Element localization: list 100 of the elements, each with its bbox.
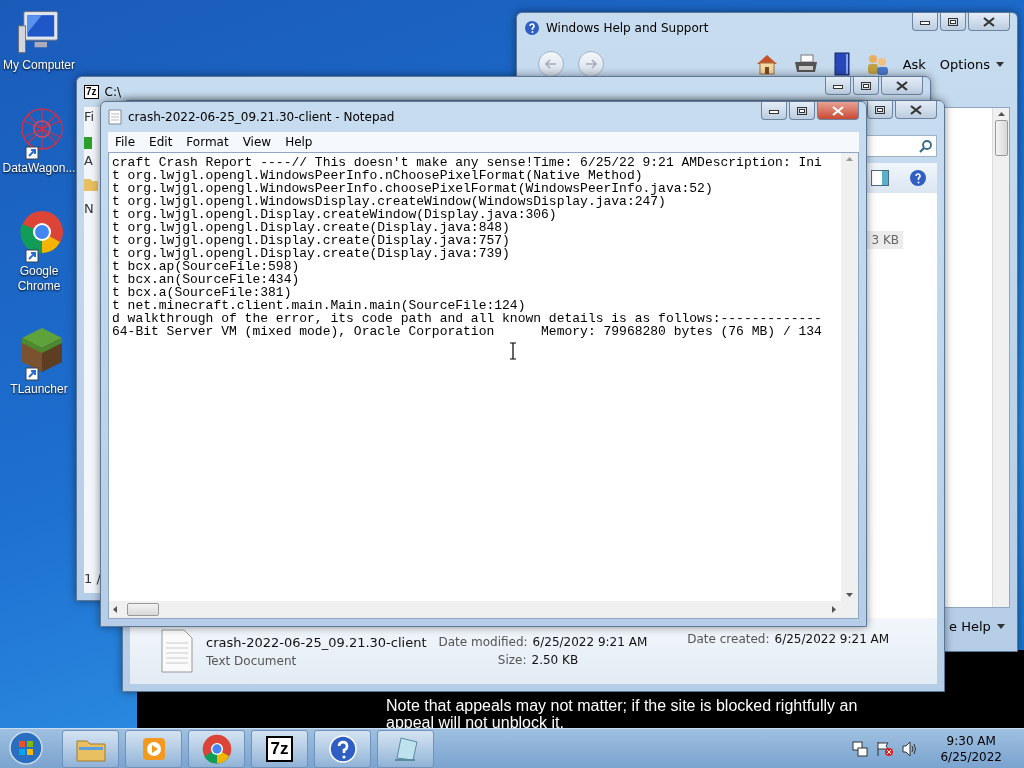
text-cursor-icon [509, 342, 517, 360]
help-icon [327, 733, 358, 764]
field-value: 6/25/2022 9:21 AM [532, 635, 648, 649]
menu-item[interactable]: Format [179, 135, 236, 149]
scroll-up-icon [997, 112, 1005, 116]
text-line: d walkthrough of the error, its code path and all known details is as follows:------------- [112, 312, 823, 325]
search-field[interactable] [865, 135, 937, 157]
clock[interactable]: 9:30 AM 6/25/2022 [940, 732, 1002, 765]
text-line: t org.lwjgl.opengl.Display.createWindow(Display.java:306) [112, 208, 557, 221]
scrollbar[interactable] [992, 108, 1009, 607]
help-icon[interactable] [909, 169, 927, 187]
field-label: Size: [496, 653, 527, 667]
toolbar-label[interactable]: A [84, 153, 104, 169]
search-icon [919, 139, 932, 153]
minimize-icon [920, 18, 930, 25]
text-line: craft Crash Report ----// This doesn't make any sense!Time: 6/25/22 9:21 AMDescription: Ini [112, 156, 823, 169]
window-title: crash-2022-06-25_09.21.30-client - Notepad [128, 110, 396, 124]
window-title: C:\ [104, 85, 123, 99]
back-button[interactable] [538, 51, 564, 77]
maximize-icon [861, 81, 871, 90]
forward-button[interactable] [578, 51, 604, 77]
help-menu-button[interactable]: e Help [949, 618, 1005, 634]
caret-icon [996, 61, 1004, 67]
add-icon[interactable] [84, 137, 94, 149]
taskbar-button[interactable] [314, 729, 371, 768]
close-button[interactable] [968, 13, 1010, 31]
close-icon [910, 104, 922, 115]
preview-pane-icon[interactable] [871, 170, 889, 186]
maximize-button[interactable] [789, 102, 815, 120]
text-line: t bcx.ap(SourceFile:598) [112, 260, 300, 273]
minimize-icon [833, 82, 843, 89]
menu-item[interactable]: Fi [84, 109, 104, 125]
menu-item[interactable]: Help [278, 135, 320, 149]
desktop-icon-label[interactable]: My Computer [1, 58, 77, 73]
scrollbar[interactable] [841, 153, 858, 601]
taskbar-button[interactable] [188, 729, 245, 768]
scroll-thumb[interactable] [994, 120, 1008, 156]
file-type: Text Document [206, 653, 298, 668]
archive-logo: 7z [265, 735, 294, 762]
maximize-icon [797, 106, 807, 115]
field-label: Date modified: [438, 635, 528, 649]
close-button[interactable] [817, 102, 859, 120]
minimize-button[interactable] [761, 102, 787, 120]
taskbar-button[interactable]: 7z [251, 729, 308, 768]
text-line: t org.lwjgl.opengl.Display.create(Display.java:757) [112, 234, 511, 247]
field-value: 6/25/2022 9:21 AM [774, 632, 890, 646]
scrollbar[interactable] [109, 601, 858, 618]
text-line: t bcx.an(SourceFile:434) [112, 273, 301, 286]
taskbar-button[interactable] [125, 729, 182, 768]
scroll-down-icon [846, 593, 853, 597]
caption-text: Note that appeals may not matter; if the site is blocked rightfully an appeal will not unblock it. [386, 697, 859, 728]
minimize-button[interactable] [825, 77, 851, 95]
ask-button[interactable]: Ask [902, 56, 926, 72]
options-button[interactable]: Options [939, 56, 1004, 72]
text-line: t bcx.a(SourceFile:381) [112, 286, 292, 299]
text-line: 64-Bit Server VM (mixed mode), Oracle Corporation Memory: 79968280 bytes (76 MB) / 134 [112, 325, 823, 338]
text-line: t org.lwjgl.opengl.Display.create(Display.java:739) [112, 247, 511, 260]
printer-icon[interactable] [792, 54, 819, 74]
maximize-icon [948, 17, 958, 26]
network-icon[interactable] [852, 740, 869, 757]
maximize-button[interactable] [853, 77, 879, 95]
close-button[interactable] [881, 77, 923, 95]
back-arrow-icon [545, 59, 557, 69]
menu-item[interactable]: File [108, 135, 143, 149]
maximize-button[interactable] [940, 13, 966, 31]
text-line: t org.lwjgl.opengl.WindowsDisplay.createWindow(WindowsDisplay.java:247) [112, 195, 666, 208]
date: 6/25/2022 [940, 748, 1002, 765]
time: 9:30 AM [946, 732, 996, 749]
menu-item[interactable]: Edit [142, 135, 180, 149]
field-label: Date created: [687, 632, 770, 646]
speaker-icon[interactable] [902, 740, 919, 757]
window-title: Windows Help and Support [546, 21, 710, 35]
column-header[interactable]: N [84, 201, 104, 217]
desktop-icon-label[interactable]: TLauncher [1, 382, 77, 397]
file-name: crash-2022-06-25_09.21.30-client [206, 634, 427, 650]
desktop-icon-label[interactable]: DataWagon... [1, 161, 77, 176]
scroll-left-icon [113, 606, 117, 613]
document-icon [160, 629, 194, 673]
maximize-button[interactable] [867, 101, 893, 119]
scroll-thumb[interactable] [127, 603, 159, 616]
maximize-icon [875, 105, 885, 114]
close-icon [896, 80, 908, 91]
text-line: t net.minecraft.client.main.Main.main(SourceFile:124) [112, 299, 526, 312]
minimize-icon [769, 107, 779, 114]
text-line: t org.lwjgl.opengl.WindowsPeerInfo.choosePixelFormat(WindowsPeerInfo.java:52) [112, 182, 714, 195]
help-icon [524, 20, 540, 36]
scroll-right-icon [832, 606, 836, 613]
scroll-up-icon [846, 157, 853, 161]
close-button[interactable] [895, 101, 937, 119]
desktop-icon-label[interactable]: Google Chrome [1, 264, 77, 294]
file-size: 3 KB [867, 231, 903, 249]
text-line: t org.lwjgl.opengl.Display.create(Display.java:848) [112, 221, 510, 234]
text-line: t org.lwjgl.opengl.WindowsPeerInfo.nChoosePixelFormat(Native Method) [112, 169, 643, 182]
menu-item[interactable]: View [235, 135, 279, 149]
close-icon [832, 105, 844, 116]
taskbar-button[interactable] [377, 729, 434, 768]
minimize-button[interactable] [912, 13, 938, 31]
flag-icon[interactable] [876, 740, 895, 757]
close-icon [983, 16, 995, 27]
book-icon[interactable] [832, 52, 851, 76]
